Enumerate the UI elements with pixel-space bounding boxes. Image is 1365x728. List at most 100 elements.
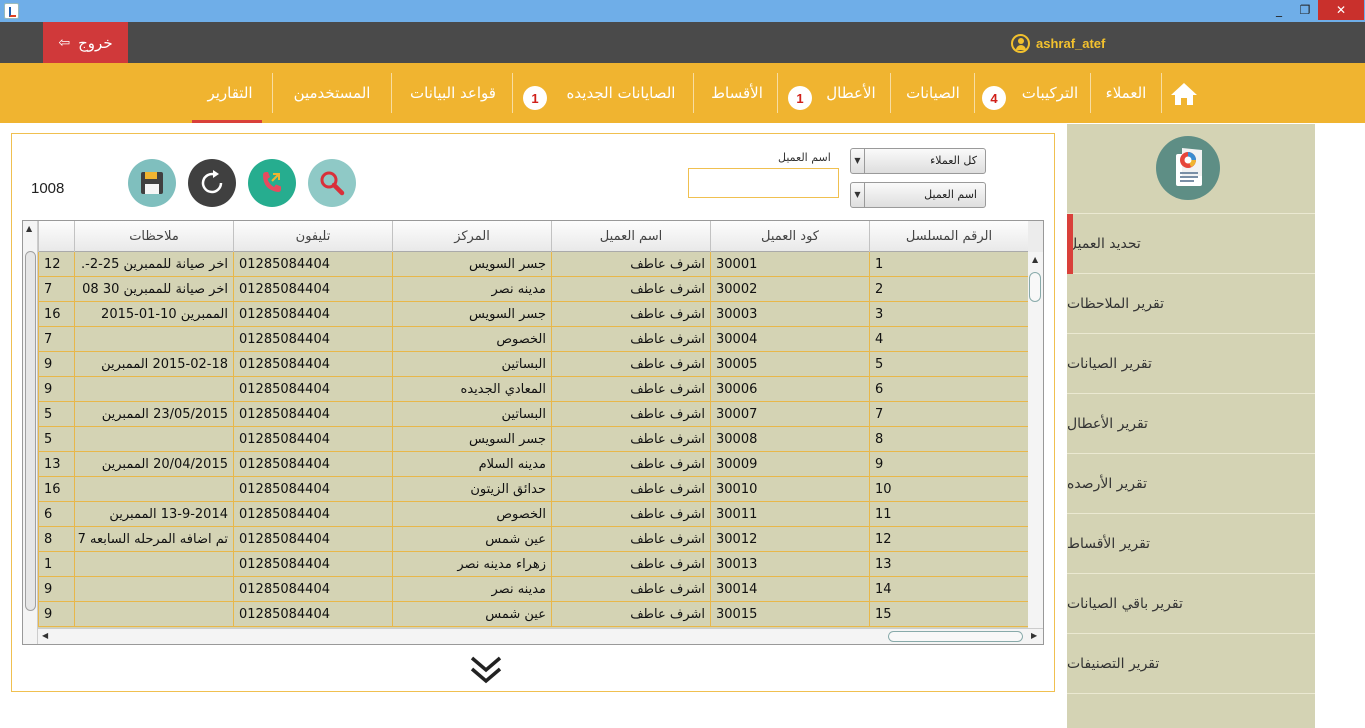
cell-serial[interactable]: 6 bbox=[869, 377, 1028, 401]
cell-phone[interactable]: 01285084404 bbox=[233, 527, 392, 551]
cell-notes[interactable]: اخر صيانة للممبرين 25-2-. bbox=[74, 252, 233, 276]
cell-center[interactable]: البساتين bbox=[392, 402, 551, 426]
cell-phone[interactable]: 01285084404 bbox=[233, 252, 392, 276]
cell-customer-code[interactable]: 30009 bbox=[710, 452, 869, 476]
column-header-notes[interactable]: ملاحظات bbox=[74, 221, 233, 252]
cell-customer-code[interactable]: 30013 bbox=[710, 552, 869, 576]
cell-notes[interactable] bbox=[74, 327, 233, 351]
cell-phone[interactable]: 01285084404 bbox=[233, 502, 392, 526]
scroll-up-icon[interactable]: ▲ bbox=[1032, 255, 1038, 264]
cell-notes[interactable]: تم اضافه المرحله السابعه 7 bbox=[74, 527, 233, 551]
left-scroll-thumb[interactable] bbox=[25, 251, 36, 611]
cell-phone[interactable]: 01285084404 bbox=[233, 452, 392, 476]
cell-center[interactable]: عين شمس bbox=[392, 527, 551, 551]
cell-customer-name[interactable]: اشرف عاطف bbox=[551, 452, 710, 476]
cell-serial[interactable]: 12 bbox=[869, 527, 1028, 551]
table-row[interactable]: 10 30010 اشرف عاطف حدائق الزيتون 01285084404… bbox=[38, 477, 1028, 502]
cell-center[interactable]: حدائق الزيتون bbox=[392, 477, 551, 501]
cell-phone[interactable]: 01285084404 bbox=[233, 377, 392, 401]
cell-customer-name[interactable]: اشرف عاطف bbox=[551, 302, 710, 326]
cell-customer-code[interactable]: 30005 bbox=[710, 352, 869, 376]
cell-extra[interactable]: 13 bbox=[38, 452, 74, 476]
cell-notes[interactable]: الممبرين 10-01-2015 bbox=[74, 302, 233, 326]
cell-phone[interactable]: 01285084404 bbox=[233, 552, 392, 576]
cell-phone[interactable]: 01285084404 bbox=[233, 302, 392, 326]
vertical-scroll-thumb[interactable] bbox=[1029, 272, 1041, 302]
cell-customer-name[interactable]: اشرف عاطف bbox=[551, 552, 710, 576]
sidebar-item-maintenance-report[interactable]: تقرير الصيانات bbox=[1067, 334, 1315, 394]
cell-serial[interactable]: 7 bbox=[869, 402, 1028, 426]
logout-button[interactable]: خروج ⇦ bbox=[43, 22, 128, 63]
sidebar-item-categories-report[interactable]: تقرير التصنيفات bbox=[1067, 634, 1315, 694]
cell-customer-code[interactable]: 30010 bbox=[710, 477, 869, 501]
cell-customer-name[interactable]: اشرف عاطف bbox=[551, 277, 710, 301]
cell-center[interactable]: البساتين bbox=[392, 352, 551, 376]
nav-maintenance[interactable]: الصيانات bbox=[896, 63, 970, 123]
chevron-double-down-icon[interactable] bbox=[466, 652, 506, 688]
cell-center[interactable]: الخصوص bbox=[392, 327, 551, 351]
cell-customer-code[interactable]: 30002 bbox=[710, 277, 869, 301]
scroll-left-icon[interactable]: ◀ bbox=[42, 631, 48, 640]
customer-name-input[interactable] bbox=[688, 168, 839, 198]
cell-serial[interactable]: 9 bbox=[869, 452, 1028, 476]
cell-serial[interactable]: 2 bbox=[869, 277, 1028, 301]
maximize-button[interactable]: ❐ bbox=[1292, 0, 1318, 20]
cell-phone[interactable]: 01285084404 bbox=[233, 327, 392, 351]
home-icon[interactable] bbox=[1166, 80, 1202, 108]
cell-serial[interactable]: 8 bbox=[869, 427, 1028, 451]
customer-scope-select[interactable]: ▼ كل العملاء bbox=[850, 148, 986, 174]
cell-customer-name[interactable]: اشرف عاطف bbox=[551, 252, 710, 276]
cell-extra[interactable]: 9 bbox=[38, 352, 74, 376]
cell-extra[interactable]: 9 bbox=[38, 577, 74, 601]
sidebar-item-select-customer[interactable]: تحديد العميل bbox=[1067, 214, 1315, 274]
table-row[interactable]: 5 30005 اشرف عاطف البساتين 01285084404 2015-0… bbox=[38, 352, 1028, 377]
cell-phone[interactable]: 01285084404 bbox=[233, 602, 392, 626]
nav-installations[interactable]: التركيبات bbox=[1010, 63, 1090, 123]
cell-notes[interactable]: 23/05/2015 الممبرين bbox=[74, 402, 233, 426]
cell-center[interactable]: جسر السويس bbox=[392, 252, 551, 276]
cell-phone[interactable]: 01285084404 bbox=[233, 477, 392, 501]
cell-center[interactable]: زهراء مدينه نصر bbox=[392, 552, 551, 576]
cell-notes[interactable] bbox=[74, 427, 233, 451]
cell-serial[interactable]: 11 bbox=[869, 502, 1028, 526]
cell-customer-code[interactable]: 30004 bbox=[710, 327, 869, 351]
cell-customer-name[interactable]: اشرف عاطف bbox=[551, 527, 710, 551]
minimize-button[interactable]: _ bbox=[1266, 0, 1292, 20]
sidebar-item-balances-report[interactable]: تقرير الأرصده bbox=[1067, 454, 1315, 514]
cell-customer-name[interactable]: اشرف عاطف bbox=[551, 352, 710, 376]
cell-center[interactable]: مدينه نصر bbox=[392, 577, 551, 601]
sidebar-item-notes-report[interactable]: تقرير الملاحظات bbox=[1067, 274, 1315, 334]
column-header-serial[interactable]: الرقم المسلسل bbox=[869, 221, 1028, 252]
refresh-button[interactable] bbox=[188, 159, 236, 207]
cell-serial[interactable]: 4 bbox=[869, 327, 1028, 351]
search-button[interactable] bbox=[308, 159, 356, 207]
cell-extra[interactable]: 7 bbox=[38, 277, 74, 301]
nav-reports[interactable]: التقارير bbox=[192, 63, 268, 123]
cell-phone[interactable]: 01285084404 bbox=[233, 277, 392, 301]
cell-customer-code[interactable]: 30001 bbox=[710, 252, 869, 276]
cell-customer-name[interactable]: اشرف عاطف bbox=[551, 402, 710, 426]
cell-phone[interactable]: 01285084404 bbox=[233, 427, 392, 451]
sidebar-item-installments-report[interactable]: تقرير الأقساط bbox=[1067, 514, 1315, 574]
cell-customer-name[interactable]: اشرف عاطف bbox=[551, 602, 710, 626]
sidebar-item-remaining-maintenance-report[interactable]: تقرير باقي الصيانات bbox=[1067, 574, 1315, 634]
cell-center[interactable]: جسر السويس bbox=[392, 427, 551, 451]
cell-notes[interactable] bbox=[74, 577, 233, 601]
cell-extra[interactable]: 7 bbox=[38, 327, 74, 351]
cell-center[interactable]: مدينه السلام bbox=[392, 452, 551, 476]
table-row[interactable]: 9 30009 اشرف عاطف مدينه السلام 01285084404 20… bbox=[38, 452, 1028, 477]
call-button[interactable] bbox=[248, 159, 296, 207]
cell-extra[interactable]: 9 bbox=[38, 602, 74, 626]
table-row[interactable]: 15 30015 اشرف عاطف عين شمس 01285084404 9 bbox=[38, 602, 1028, 627]
cell-customer-code[interactable]: 30014 bbox=[710, 577, 869, 601]
cell-serial[interactable]: 5 bbox=[869, 352, 1028, 376]
table-horizontal-scrollbar[interactable]: ◀ ▶ bbox=[38, 628, 1043, 644]
cell-center[interactable]: مدينه نصر bbox=[392, 277, 551, 301]
cell-extra[interactable]: 12 bbox=[38, 252, 74, 276]
cell-notes[interactable] bbox=[74, 552, 233, 576]
cell-center[interactable]: عين شمس bbox=[392, 602, 551, 626]
nav-customers[interactable]: العملاء bbox=[1092, 63, 1160, 123]
table-row[interactable]: 8 30008 اشرف عاطف جسر السويس 01285084404 5 bbox=[38, 427, 1028, 452]
cell-notes[interactable]: 2015-02-18 الممبرين bbox=[74, 352, 233, 376]
cell-customer-code[interactable]: 30003 bbox=[710, 302, 869, 326]
